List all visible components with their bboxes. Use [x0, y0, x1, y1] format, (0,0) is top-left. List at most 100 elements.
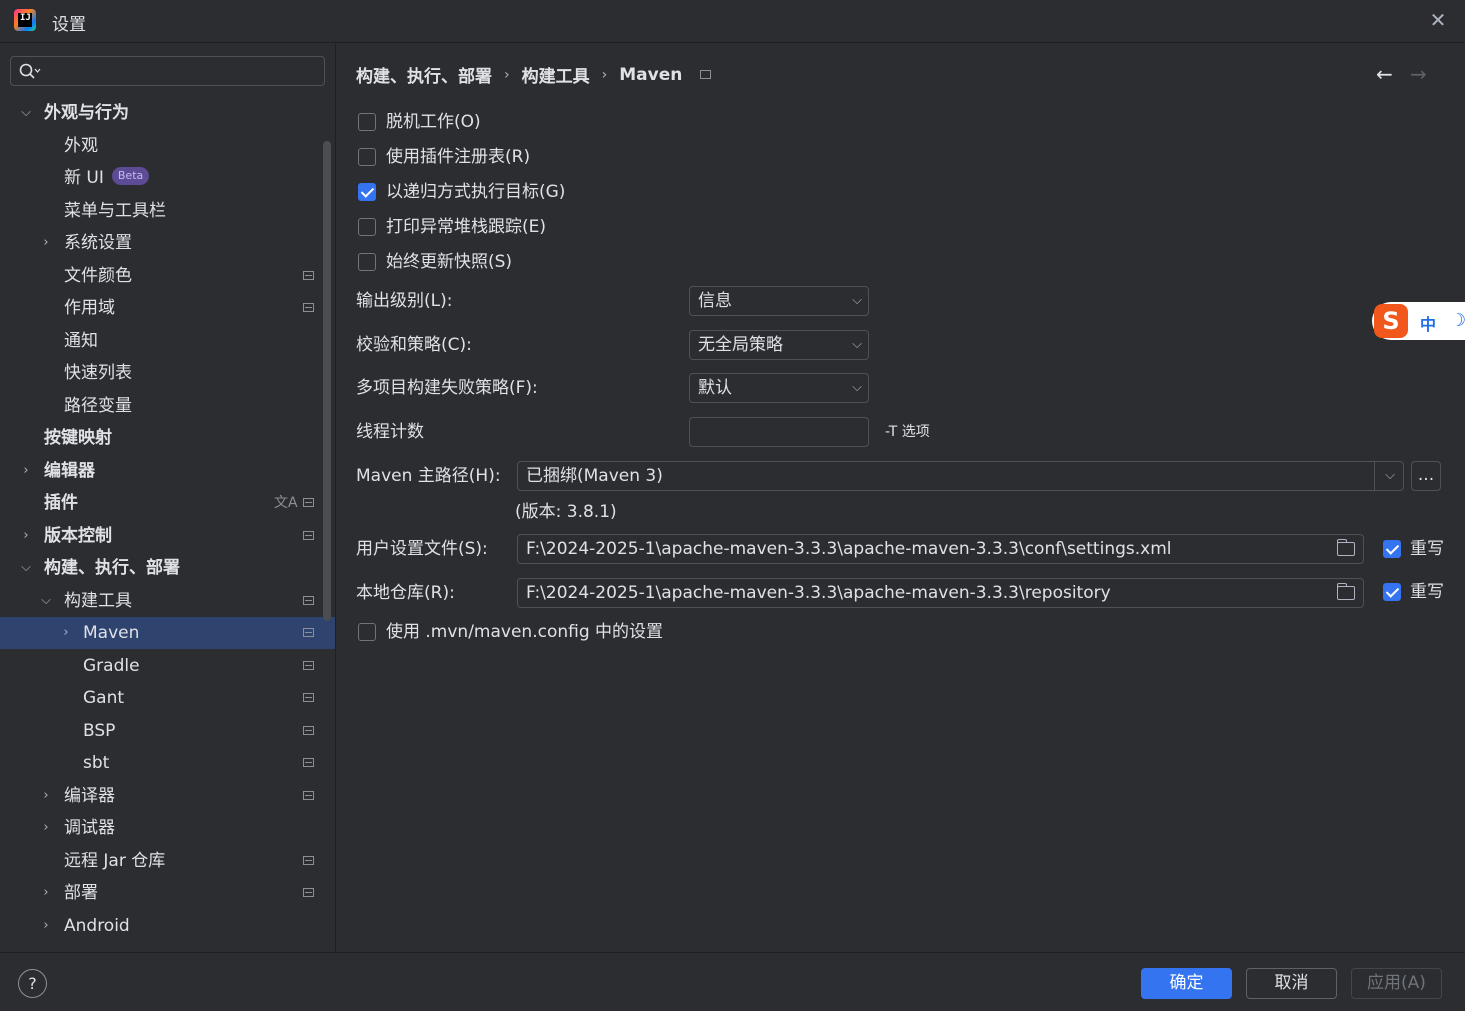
chevron-right-icon[interactable]: › — [39, 812, 53, 844]
search-input[interactable] — [47, 59, 317, 83]
sidebar-item-version-control[interactable]: › 版本控制 — [0, 520, 335, 552]
ok-button[interactable]: 确定 — [1141, 968, 1232, 999]
window-title: 设置 — [52, 15, 86, 35]
cancel-button[interactable]: 取消 — [1246, 968, 1337, 999]
project-level-icon — [303, 303, 314, 312]
sidebar-item-notifications[interactable]: 通知 — [0, 325, 335, 357]
maven-version-text: (版本: 3.8.1) — [515, 502, 617, 522]
sidebar-item-scopes[interactable]: 作用域 — [0, 292, 335, 324]
breadcrumb-part[interactable]: 构建工具 — [522, 62, 590, 87]
checkbox-box[interactable] — [358, 623, 376, 641]
checksum-policy-select[interactable]: 无全局策略 ⌵ — [689, 330, 869, 360]
sidebar-item-keymap[interactable]: 按键映射 — [0, 422, 335, 454]
checkbox-box[interactable] — [358, 253, 376, 271]
sidebar-item-label: 外观与行为 — [44, 103, 129, 123]
sogou-logo-icon: S — [1374, 304, 1408, 338]
local-repo-path-field[interactable]: F:\2024-2025-1\apache-maven-3.3.3\apache… — [517, 578, 1364, 608]
sidebar-item-deployment[interactable]: › 部署 — [0, 877, 335, 909]
maven-home-browse-button[interactable]: ... — [1411, 461, 1441, 491]
checkbox-label: 以递归方式执行目标(G) — [386, 182, 566, 202]
dialog-footer: ? 确定 取消 应用(A) — [0, 952, 1465, 1011]
failure-policy-select[interactable]: 默认 ⌵ — [689, 373, 869, 403]
breadcrumb-part[interactable]: 构建、执行、部署 — [356, 62, 492, 87]
ime-mode-indicator[interactable]: 中 — [1420, 311, 1436, 335]
sidebar-item-new-ui[interactable]: 新 UI Beta — [0, 162, 335, 194]
apply-button[interactable]: 应用(A) — [1351, 968, 1442, 999]
project-level-icon — [303, 628, 314, 637]
sidebar-item-android[interactable]: › Android — [0, 910, 335, 942]
chevron-down-icon[interactable]: ⌵ — [19, 97, 33, 129]
combo-divider — [1374, 462, 1375, 490]
sidebar-item-label: 通知 — [64, 331, 98, 351]
title-bar: IJ 设置 ✕ — [0, 0, 1465, 43]
checkbox-box[interactable] — [358, 113, 376, 131]
sidebar-item-appearance[interactable]: 外观 — [0, 130, 335, 162]
checkbox-box-checked[interactable] — [358, 183, 376, 201]
chevron-right-icon[interactable]: › — [59, 617, 73, 649]
select-value: 默认 — [698, 378, 732, 398]
project-level-icon — [303, 856, 314, 865]
sidebar-item-label: 系统设置 — [64, 233, 132, 253]
sidebar-item-menus-toolbars[interactable]: 菜单与工具栏 — [0, 195, 335, 227]
sidebar-scrollbar[interactable] — [323, 141, 331, 621]
ime-toolbar[interactable]: S 中 ☽ — [1372, 302, 1465, 340]
sidebar-item-remote-jar-repos[interactable]: 远程 Jar 仓库 — [0, 845, 335, 877]
output-level-select[interactable]: 信息 ⌵ — [689, 286, 869, 316]
checkbox-box[interactable] — [358, 218, 376, 236]
local-repo-label: 本地仓库(R): — [356, 583, 455, 603]
sidebar-item-appearance-behavior[interactable]: ⌵ 外观与行为 — [0, 97, 335, 129]
chevron-right-icon[interactable]: › — [39, 910, 53, 942]
breadcrumb: 构建、执行、部署 › 构建工具 › Maven — [356, 62, 712, 87]
chevron-right-icon[interactable]: › — [19, 455, 33, 487]
sidebar-item-gradle[interactable]: Gradle — [0, 650, 335, 682]
checkbox-box-checked[interactable] — [1383, 583, 1401, 601]
user-settings-path-field[interactable]: F:\2024-2025-1\apache-maven-3.3.3\apache… — [517, 534, 1364, 564]
sidebar-item-debugger[interactable]: › 调试器 — [0, 812, 335, 844]
thread-count-input[interactable] — [689, 417, 869, 447]
sidebar-item-build-execution-deployment[interactable]: ⌵ 构建、执行、部署 — [0, 552, 335, 584]
help-button[interactable]: ? — [18, 969, 47, 998]
sidebar-item-editor[interactable]: › 编辑器 — [0, 455, 335, 487]
forward-arrow-icon[interactable]: → — [1410, 62, 1427, 86]
folder-icon[interactable] — [1337, 583, 1355, 600]
close-icon[interactable]: ✕ — [1426, 8, 1450, 32]
settings-search-box[interactable] — [10, 56, 325, 86]
chevron-right-icon[interactable]: › — [39, 877, 53, 909]
thread-count-hint: -T 选项 — [885, 424, 930, 440]
sidebar-item-label: 编辑器 — [44, 461, 95, 481]
checkbox-box[interactable] — [358, 148, 376, 166]
checkbox-label: 脱机工作(O) — [386, 112, 481, 132]
checkbox-box-checked[interactable] — [1383, 540, 1401, 558]
folder-icon[interactable] — [1337, 539, 1355, 556]
combo-value: 已捆绑(Maven 3) — [526, 466, 663, 486]
moon-icon[interactable]: ☽ — [1450, 310, 1465, 331]
sidebar-item-compiler[interactable]: › 编译器 — [0, 780, 335, 812]
sidebar-item-build-tools[interactable]: ⌵ 构建工具 — [0, 585, 335, 617]
maven-home-combo[interactable]: 已捆绑(Maven 3) ⌵ — [517, 461, 1404, 491]
project-level-icon — [303, 758, 314, 767]
sidebar-item-path-variables[interactable]: 路径变量 — [0, 390, 335, 422]
chevron-right-icon[interactable]: › — [39, 227, 53, 259]
select-value: 无全局策略 — [698, 335, 783, 355]
chevron-down-icon[interactable]: ⌵ — [19, 552, 33, 584]
chevron-right-icon[interactable]: › — [19, 520, 33, 552]
sidebar-item-file-colors[interactable]: 文件颜色 — [0, 260, 335, 292]
sidebar-item-label: 插件 — [44, 493, 78, 513]
sidebar-item-label: Maven — [83, 623, 140, 643]
sidebar-item-quick-lists[interactable]: 快速列表 — [0, 357, 335, 389]
sidebar-item-label: Gant — [83, 688, 125, 708]
sidebar-item-bsp[interactable]: BSP — [0, 715, 335, 747]
checkbox-label: 重写 — [1410, 539, 1444, 559]
sidebar-item-maven[interactable]: › Maven — [0, 617, 335, 649]
sidebar-item-plugins[interactable]: 插件 文A — [0, 487, 335, 519]
chevron-down-icon[interactable]: ⌵ — [39, 585, 53, 617]
chevron-down-icon[interactable]: ⌵ — [1385, 462, 1395, 490]
checkbox-label: 重写 — [1410, 582, 1444, 602]
sidebar-item-gant[interactable]: Gant — [0, 682, 335, 714]
sidebar-item-label: 按键映射 — [44, 428, 112, 448]
back-arrow-icon[interactable]: ← — [1376, 62, 1393, 86]
sidebar-item-system-settings[interactable]: › 系统设置 — [0, 227, 335, 259]
checkbox-label: 打印异常堆栈跟踪(E) — [386, 217, 547, 237]
sidebar-item-sbt[interactable]: sbt — [0, 747, 335, 779]
chevron-right-icon[interactable]: › — [39, 780, 53, 812]
